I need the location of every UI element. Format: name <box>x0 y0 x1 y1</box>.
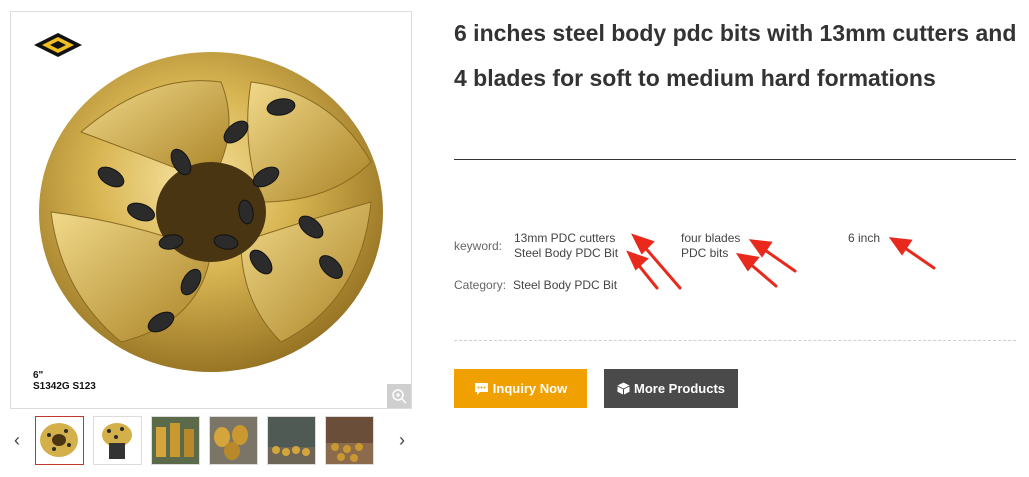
thumbnail-4[interactable] <box>209 416 258 465</box>
prev-thumbnail-button[interactable]: ‹ <box>10 430 24 450</box>
box-icon <box>617 382 630 395</box>
pdc-bit-image <box>39 52 383 372</box>
thumbnail-photo-3 <box>152 417 199 464</box>
caption-size: 6" <box>33 370 44 381</box>
section-divider <box>454 340 1016 341</box>
thumbnail-3[interactable] <box>151 416 200 465</box>
image-caption: 6" S1342G S123 <box>33 370 96 392</box>
keyword-label: keyword: <box>454 239 503 253</box>
category-link[interactable]: Steel Body PDC Bit <box>513 278 617 292</box>
inquiry-now-button[interactable]: Inquiry Now <box>454 369 587 408</box>
thumbnail-2[interactable] <box>93 416 142 465</box>
title-divider <box>454 159 1016 160</box>
chat-icon <box>474 382 488 395</box>
annotation-arrowhead <box>748 239 773 258</box>
inquiry-now-label: Inquiry Now <box>492 381 568 396</box>
thumbnail-photo-4 <box>210 417 257 464</box>
annotation-arrowhead <box>888 237 913 256</box>
keyword-link[interactable]: 13mm PDC cutters <box>514 231 615 246</box>
annotation-arrowhead <box>626 250 649 271</box>
brand-logo <box>34 33 82 57</box>
keyword-link[interactable]: 6 inch <box>848 231 880 246</box>
thumbnail-photo-5 <box>268 417 315 464</box>
main-product-image[interactable]: 6" S1342G S123 <box>10 11 412 409</box>
annotation-arrow <box>760 246 797 273</box>
annotation-arrow <box>746 260 778 288</box>
thumbnail-photo-6 <box>326 417 373 464</box>
annotation-arrow <box>900 244 936 270</box>
annotation-arrow <box>640 242 682 290</box>
keyword-link[interactable]: Steel Body PDC Bit <box>514 246 618 261</box>
caption-model: S1342G S123 <box>33 381 96 392</box>
keyword-link[interactable]: PDC bits <box>681 246 728 261</box>
thumbnail-bit-side-image <box>102 423 132 459</box>
zoom-button[interactable] <box>387 384 411 408</box>
thumbnail-bit-top-image <box>40 423 78 457</box>
more-products-label: More Products <box>633 381 725 396</box>
product-title: 6 inches steel body pdc bits with 13mm c… <box>454 20 1017 91</box>
annotation-arrow <box>634 260 659 290</box>
thumbnail-6[interactable] <box>325 416 374 465</box>
thumbnail-5[interactable] <box>267 416 316 465</box>
next-thumbnail-button[interactable]: › <box>395 430 409 450</box>
annotation-arrowhead <box>631 233 655 255</box>
category-label: Category: <box>454 278 507 292</box>
thumbnail-1[interactable] <box>35 416 84 465</box>
thumbnail-strip: ‹ › <box>10 416 410 466</box>
annotation-arrowhead <box>735 252 760 272</box>
keyword-link[interactable]: four blades <box>681 231 740 246</box>
more-products-button[interactable]: More Products <box>604 369 738 408</box>
zoom-in-icon <box>392 389 407 404</box>
